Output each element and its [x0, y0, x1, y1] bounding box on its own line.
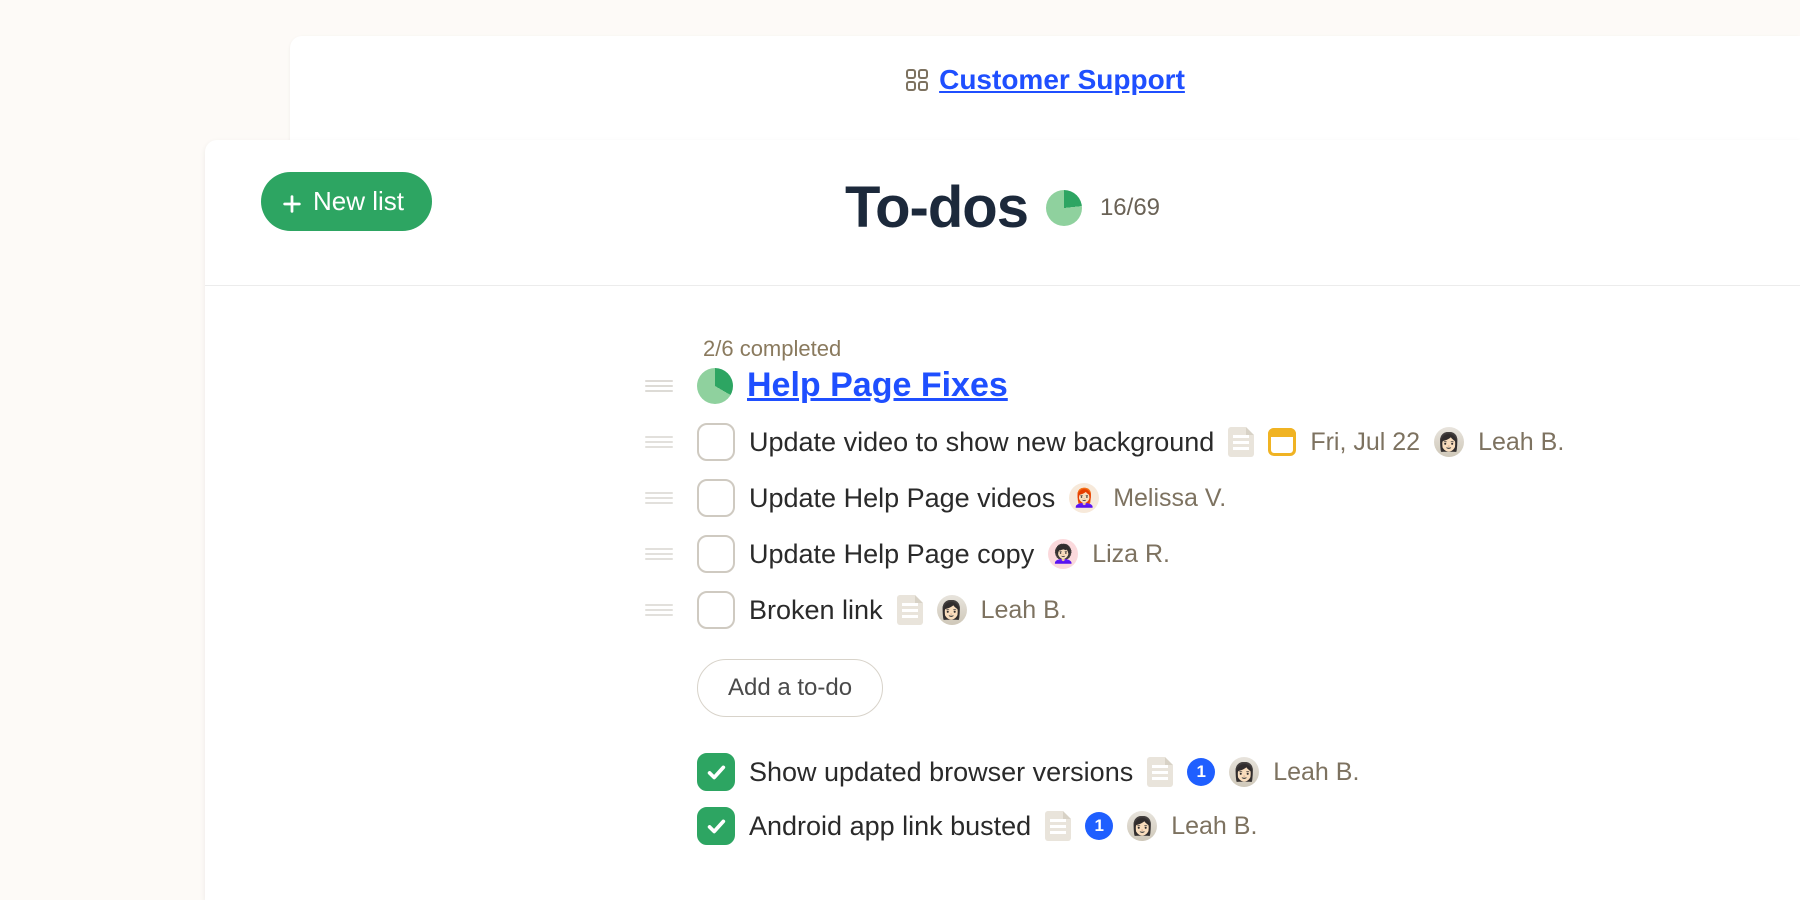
note-icon[interactable] [1228, 427, 1254, 457]
avatar: 👩🏻 [1434, 427, 1464, 457]
todo-checkbox[interactable] [697, 535, 735, 573]
todo-checkbox[interactable] [697, 753, 735, 791]
due-date: Fri, Jul 22 [1310, 428, 1420, 457]
todo-title[interactable]: Update video to show new background [749, 427, 1214, 458]
list-title-link[interactable]: Help Page Fixes [747, 366, 1008, 405]
completed-todo-row: Show updated browser versions 1 👩🏻 Leah B. [697, 753, 1800, 791]
todo-title[interactable]: Android app link busted [749, 811, 1031, 842]
breadcrumb-link[interactable]: Customer Support [939, 64, 1185, 96]
avatar: 👩🏻 [1229, 757, 1259, 787]
comment-count-badge[interactable]: 1 [1085, 812, 1113, 840]
avatar: 👩🏻‍🦰 [1069, 483, 1099, 513]
todo-title[interactable]: Update Help Page videos [749, 483, 1055, 514]
list-progress-text: 2/6 completed [703, 336, 1800, 362]
todo-list-block: 2/6 completed Help Page Fixes Update vid… [645, 336, 1800, 845]
todo-title[interactable]: Broken link [749, 595, 883, 626]
todo-row: Update Help Page videos 👩🏻‍🦰 Melissa V. [645, 479, 1800, 517]
page-title: To-dos [845, 174, 1028, 241]
todo-title[interactable]: Update Help Page copy [749, 539, 1034, 570]
todo-checkbox[interactable] [697, 807, 735, 845]
todo-row: Update video to show new background Fri, … [645, 423, 1800, 461]
drag-handle-icon[interactable] [645, 604, 673, 616]
avatar: 👩🏻 [937, 595, 967, 625]
assignee-name: Melissa V. [1113, 484, 1226, 513]
todo-row: Broken link 👩🏻 Leah B. [645, 591, 1800, 629]
note-icon[interactable] [1045, 811, 1071, 841]
completed-todo-row: Android app link busted 1 👩🏻 Leah B. [697, 807, 1800, 845]
assignee-name: Leah B. [1171, 812, 1257, 841]
assignee-name: Leah B. [1273, 758, 1359, 787]
note-icon[interactable] [1147, 757, 1173, 787]
list-progress-pie-icon [697, 368, 733, 404]
avatar: 👩🏻 [1127, 811, 1157, 841]
todo-row: Update Help Page copy 👩🏻‍🦱 Liza R. [645, 535, 1800, 573]
drag-handle-icon[interactable] [645, 380, 673, 392]
title-block: To-dos 16/69 [205, 174, 1800, 241]
todo-checkbox[interactable] [697, 423, 735, 461]
comment-count-badge[interactable]: 1 [1187, 758, 1215, 786]
breadcrumb: Customer Support [905, 64, 1185, 96]
parent-project-card: Customer Support [290, 36, 1800, 156]
assignee-name: Leah B. [981, 596, 1067, 625]
note-icon[interactable] [897, 595, 923, 625]
todos-card: New list To-dos 16/69 2/6 completed Help… [205, 140, 1800, 900]
grid-icon [905, 68, 929, 92]
content-area: 2/6 completed Help Page Fixes Update vid… [205, 286, 1800, 845]
assignee-name: Liza R. [1092, 540, 1170, 569]
card-header: New list To-dos 16/69 [205, 140, 1800, 286]
drag-handle-icon[interactable] [645, 436, 673, 448]
drag-handle-icon[interactable] [645, 548, 673, 560]
progress-pie-icon [1046, 190, 1082, 226]
add-todo-button[interactable]: Add a to-do [697, 659, 883, 717]
todo-title[interactable]: Show updated browser versions [749, 757, 1133, 788]
avatar: 👩🏻‍🦱 [1048, 539, 1078, 569]
todo-checkbox[interactable] [697, 479, 735, 517]
calendar-icon [1268, 428, 1296, 456]
progress-count: 16/69 [1100, 194, 1160, 222]
list-title-row: Help Page Fixes [645, 366, 1800, 405]
assignee-name: Leah B. [1478, 428, 1564, 457]
drag-handle-icon[interactable] [645, 492, 673, 504]
todo-checkbox[interactable] [697, 591, 735, 629]
